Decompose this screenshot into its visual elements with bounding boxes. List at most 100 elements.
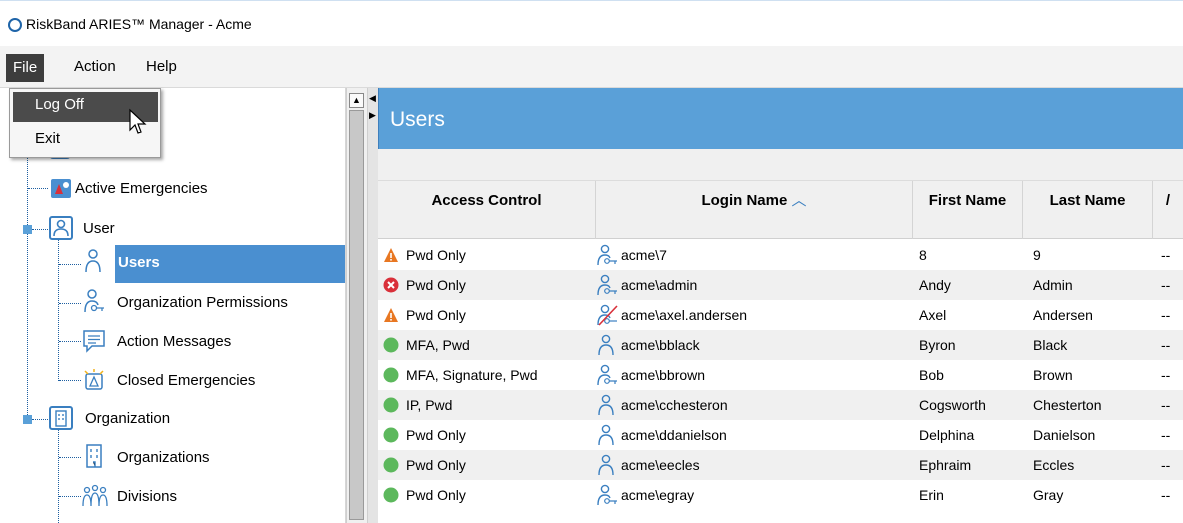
- collapse-organization-toggle[interactable]: [23, 415, 32, 424]
- cell-login-name: acme\ddanielson: [621, 427, 727, 443]
- cell-extra: --: [1161, 457, 1171, 473]
- user-key-icon: [597, 484, 617, 506]
- table-row[interactable]: Pwd Only acme\admin Andy Admin --: [378, 270, 1183, 300]
- cell-access-control: Pwd Only: [406, 247, 466, 263]
- tree-item-closed-emergencies[interactable]: Closed Emergencies: [117, 372, 255, 389]
- cell-extra: --: [1161, 337, 1171, 353]
- cell-extra: --: [1161, 397, 1171, 413]
- table-row[interactable]: Pwd Only acme\axel.andersen Axel Andersen --: [378, 300, 1183, 330]
- cell-first-name: Ephraim: [919, 457, 972, 473]
- cell-login-name: acme\cchesteron: [621, 397, 728, 413]
- toolbar: [378, 149, 1183, 181]
- table-row[interactable]: MFA, Pwd acme\bblack Byron Black --: [378, 330, 1183, 360]
- cell-last-name: Andersen: [1033, 307, 1093, 323]
- divisions-icon: [82, 484, 108, 507]
- cell-login-name: acme\axel.andersen: [621, 307, 748, 323]
- cell-first-name: Bob: [919, 367, 944, 383]
- mouse-pointer-icon: [128, 108, 150, 139]
- cell-extra: --: [1161, 307, 1171, 323]
- table-row[interactable]: MFA, Signature, Pwd acme\bbrown Bob Brown --: [378, 360, 1183, 390]
- status-warning-icon: [383, 307, 399, 323]
- cell-first-name: Delphina: [919, 427, 975, 443]
- user-icon: [597, 454, 615, 476]
- cell-last-name: Chesterton: [1033, 397, 1102, 413]
- tree-scrollbar[interactable]: ▲: [346, 88, 368, 523]
- user-disabled-icon: [597, 304, 618, 326]
- cell-access-control: Pwd Only: [406, 487, 466, 503]
- cell-first-name: Erin: [919, 487, 944, 503]
- scroll-thumb[interactable]: [349, 110, 364, 520]
- cell-login-name: acme\7: [621, 247, 667, 263]
- column-first-name[interactable]: First Name: [913, 181, 1023, 239]
- tree-item-active-emergencies[interactable]: Active Emergencies: [75, 180, 208, 197]
- tree-item-users[interactable]: Users: [115, 245, 345, 283]
- user-folder-icon: [49, 216, 73, 240]
- app-icon: [8, 18, 22, 32]
- cell-login-name: acme\bbrown: [621, 367, 706, 383]
- user-key-icon: [597, 364, 617, 386]
- users-panel: Users Access Control Login Name ︿ First …: [378, 88, 1183, 523]
- collapse-user-toggle[interactable]: [23, 225, 32, 234]
- column-extra[interactable]: /: [1153, 181, 1183, 239]
- table-row[interactable]: Pwd Only acme\egray Erin Gray --: [378, 480, 1183, 510]
- cell-extra: --: [1161, 487, 1171, 503]
- user-icon: [597, 394, 615, 416]
- cell-first-name: Byron: [919, 337, 956, 353]
- cell-last-name: Brown: [1033, 367, 1073, 383]
- status-ok-icon: [383, 397, 399, 413]
- menu-file[interactable]: File: [6, 54, 45, 82]
- cell-access-control: Pwd Only: [406, 457, 466, 473]
- tree-item-organization[interactable]: Organization: [85, 410, 170, 427]
- scroll-up-arrow-icon[interactable]: ▲: [349, 93, 364, 108]
- cell-first-name: 8: [919, 247, 927, 263]
- cell-first-name: Andy: [919, 277, 951, 293]
- cell-access-control: IP, Pwd: [406, 397, 453, 413]
- menu-bar: File Action Help: [0, 46, 1183, 88]
- users-icon: [82, 248, 104, 273]
- status-ok-icon: [383, 337, 399, 353]
- status-error-icon: [383, 277, 399, 293]
- column-login-name[interactable]: Login Name ︿: [596, 181, 913, 239]
- collapse-left-arrow-icon[interactable]: ◀: [369, 94, 376, 103]
- cell-last-name: 9: [1033, 247, 1041, 263]
- table-row[interactable]: Pwd Only acme\ddanielson Delphina Danielson…: [378, 420, 1183, 450]
- cell-first-name: Axel: [919, 307, 947, 323]
- cell-access-control: MFA, Signature, Pwd: [406, 367, 538, 383]
- cell-login-name: acme\egray: [621, 487, 695, 503]
- title-bar: RiskBand ARIES™ Manager - Acme: [0, 0, 1183, 46]
- cell-access-control: Pwd Only: [406, 307, 466, 323]
- tree-item-divisions[interactable]: Divisions: [117, 488, 177, 505]
- cell-login-name: acme\bblack: [621, 337, 700, 353]
- tree-item-organization-permissions[interactable]: Organization Permissions: [117, 294, 288, 311]
- cell-access-control: MFA, Pwd: [406, 337, 470, 353]
- pane-splitter[interactable]: ◀ ▶: [368, 88, 378, 523]
- table-row[interactable]: IP, Pwd acme\cchesteron Cogsworth Chesterto…: [378, 390, 1183, 420]
- user-icon: [597, 334, 615, 356]
- user-icon: [597, 424, 615, 446]
- tree-item-action-messages[interactable]: Action Messages: [117, 333, 231, 350]
- cell-extra: --: [1161, 427, 1171, 443]
- table-row[interactable]: Pwd Only acme\eecles Ephraim Eccles --: [378, 450, 1183, 480]
- cell-first-name: Cogsworth: [919, 397, 986, 413]
- cell-access-control: Pwd Only: [406, 277, 466, 293]
- table-row[interactable]: Pwd Only acme\7 8 9 --: [378, 240, 1183, 270]
- status-ok-icon: [383, 427, 399, 443]
- status-warning-icon: [383, 247, 399, 263]
- panel-header: Users: [378, 88, 1183, 149]
- expand-right-arrow-icon[interactable]: ▶: [369, 111, 376, 120]
- tree-item-users-label: Users: [118, 254, 160, 271]
- column-access-control[interactable]: Access Control: [378, 181, 596, 239]
- status-ok-icon: [383, 457, 399, 473]
- menu-help[interactable]: Help: [139, 46, 184, 88]
- status-ok-icon: [383, 367, 399, 383]
- column-login-name-label: Login Name: [701, 192, 788, 209]
- cell-last-name: Gray: [1033, 487, 1064, 503]
- cell-extra: --: [1161, 277, 1171, 293]
- sort-ascending-icon: ︿: [787, 192, 807, 209]
- column-last-name[interactable]: Last Name: [1023, 181, 1153, 239]
- tree-item-organizations[interactable]: Organizations: [117, 449, 210, 466]
- tree-item-user[interactable]: User: [83, 220, 115, 237]
- menu-action[interactable]: Action: [67, 46, 123, 88]
- user-key-icon: [597, 274, 617, 296]
- table-header: Access Control Login Name ︿ First Name L…: [378, 181, 1183, 239]
